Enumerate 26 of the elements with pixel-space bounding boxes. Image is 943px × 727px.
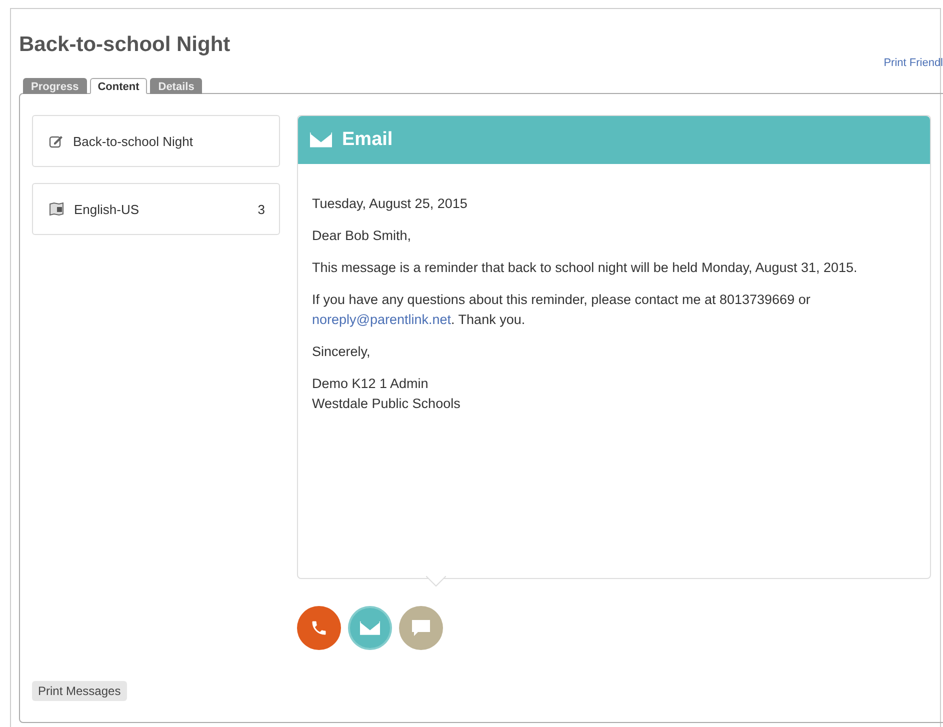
envelope-icon: [360, 621, 380, 635]
print-messages-button[interactable]: Print Messages: [32, 681, 127, 701]
message-paragraph: Demo K12 1 Admin Westdale Public Schools: [312, 375, 462, 413]
phone-channel-button[interactable]: [297, 606, 341, 650]
sidebar-item-label: English-US: [74, 202, 140, 216]
message-paragraph: Sincerely,: [312, 343, 372, 361]
sidebar-item-label: Back-to-school Night: [73, 134, 194, 148]
sidebar-item[interactable]: Back-to-school Night: [32, 115, 280, 167]
sidebar-item[interactable]: English-US 3: [32, 183, 280, 235]
message-paragraph: Dear Bob Smith,: [312, 227, 412, 245]
item-count: 3: [258, 202, 265, 216]
message-paragraph: Tuesday, August 25, 2015: [312, 195, 468, 213]
email-link[interactable]: noreply@parentlink.net: [312, 312, 452, 327]
sms-channel-button[interactable]: [399, 606, 443, 650]
phone-icon: [310, 619, 328, 637]
message-paragraph: This message is a reminder that back to school night will be held Monday, August 31, 2015.: [312, 259, 858, 277]
edit-icon: [49, 134, 63, 148]
print-friendly-link[interactable]: Print Friendl: [884, 57, 943, 69]
tab[interactable]: Content: [90, 78, 148, 94]
email-heading: Email: [342, 129, 393, 151]
page-title: Back-to-school Night: [19, 33, 232, 58]
envelope-icon: [310, 132, 332, 148]
speech-bubble-icon: [411, 619, 431, 637]
email-channel-button[interactable]: [348, 606, 392, 650]
language-icon: [49, 202, 64, 216]
message-paragraph: If you have any questions about this reminder, please contact me at 8013739669 or noreply@parentlink.net. Thank you.: [312, 291, 812, 329]
